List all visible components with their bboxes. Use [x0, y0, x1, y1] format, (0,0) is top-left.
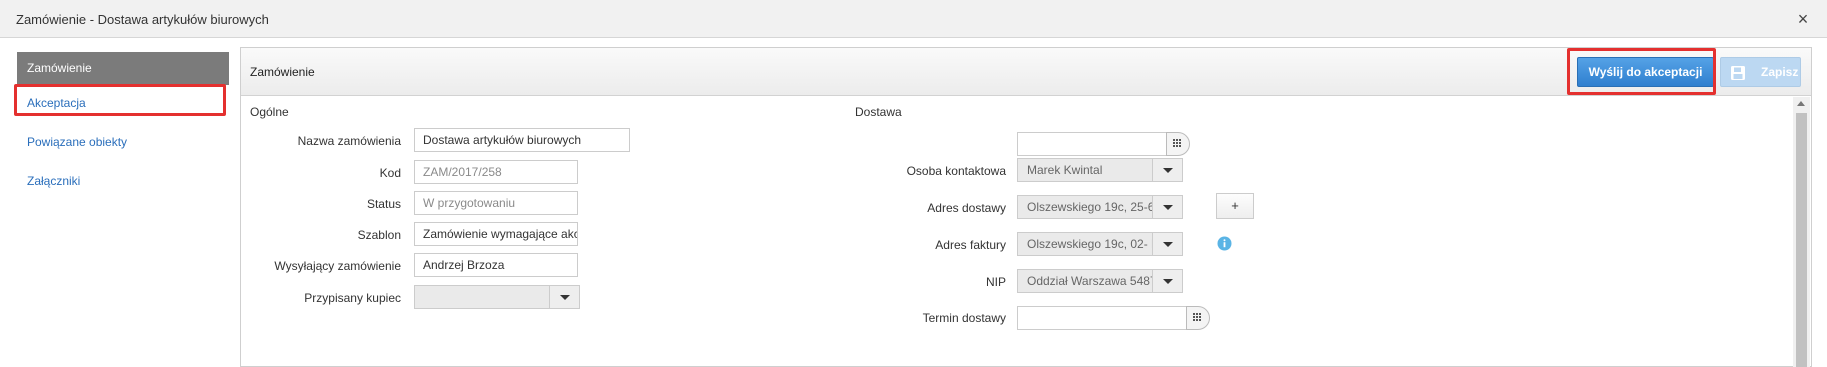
invoice-address-value: Olszewskiego 19c, 02- Kie: [1027, 237, 1153, 251]
contact-select-value: Marek Kwintal: [1027, 163, 1103, 177]
calendar-icon: [1173, 139, 1181, 147]
send-for-approval-button[interactable]: Wyślij do akceptacji: [1577, 57, 1714, 87]
save-button[interactable]: Zapisz: [1720, 57, 1801, 87]
add-address-button[interactable]: +: [1216, 193, 1254, 219]
code-field: ZAM/2017/258: [414, 160, 578, 184]
order-name-label: Nazwa zamówienia: [297, 134, 401, 148]
calendar-icon: [1193, 313, 1201, 321]
chevron-down-icon: [560, 295, 570, 300]
delivery-date-label: Termin dostawy: [922, 311, 1006, 325]
invoice-address-dropdown-button[interactable]: [1152, 233, 1182, 255]
buyer-select[interactable]: [414, 285, 580, 309]
top-date-input[interactable]: [1017, 132, 1167, 156]
delivery-address-value: Olszewskiego 19c, 25-663: [1027, 200, 1153, 214]
delivery-address-label: Adres dostawy: [927, 201, 1006, 215]
sidebar-item-powiazane-obiekty[interactable]: Powiązane obiekty: [17, 126, 229, 159]
order-panel: Zamówienie Wyślij do akceptacji Zapisz O…: [240, 47, 1812, 367]
save-button-label: Zapisz: [1761, 65, 1799, 79]
chevron-down-icon: [1163, 168, 1173, 173]
buyer-label: Przypisany kupiec: [304, 291, 401, 305]
template-field[interactable]: Zamówienie wymagające akcept: [414, 222, 578, 246]
section-dostawa: Dostawa: [855, 105, 902, 119]
close-icon[interactable]: ×: [1793, 9, 1813, 29]
scroll-thumb[interactable]: [1796, 113, 1807, 367]
panel-title: Zamówienie: [250, 65, 315, 79]
contact-label: Osoba kontaktowa: [906, 164, 1006, 178]
info-icon[interactable]: [1217, 236, 1232, 251]
sidebar-item-zalaczniki[interactable]: Załączniki: [17, 165, 229, 198]
vertical-scrollbar[interactable]: [1793, 97, 1810, 367]
sender-label: Wysyłający zamówienie: [274, 259, 401, 273]
chevron-down-icon: [1163, 205, 1173, 210]
window-title: Zamówienie - Dostawa artykułów biurowych: [16, 12, 269, 27]
section-ogolne: Ogólne: [250, 105, 289, 119]
contact-select[interactable]: Marek Kwintal: [1017, 158, 1183, 182]
contact-dropdown-button[interactable]: [1152, 159, 1182, 181]
panel-header: Zamówienie Wyślij do akceptacji Zapisz: [241, 48, 1811, 96]
invoice-address-select[interactable]: Olszewskiego 19c, 02- Kie: [1017, 232, 1183, 256]
order-window: Zamówienie - Dostawa artykułów biurowych…: [0, 0, 1827, 367]
delivery-address-select[interactable]: Olszewskiego 19c, 25-663: [1017, 195, 1183, 219]
buyer-dropdown-button[interactable]: [549, 286, 579, 308]
order-name-input[interactable]: Dostawa artykułów biurowych: [414, 128, 630, 152]
calendar-button-top[interactable]: [1166, 132, 1190, 156]
sidebar-item-akceptacja[interactable]: Akceptacja: [17, 87, 229, 120]
floppy-disk-icon: [1731, 66, 1745, 80]
window-titlebar: Zamówienie - Dostawa artykułów biurowych…: [0, 0, 1827, 38]
delivery-date-input[interactable]: [1017, 306, 1187, 330]
status-label: Status: [366, 197, 401, 211]
scroll-up-icon[interactable]: [1797, 101, 1805, 106]
chevron-down-icon: [1163, 279, 1173, 284]
nip-dropdown-button[interactable]: [1152, 270, 1182, 292]
delivery-address-dropdown-button[interactable]: [1152, 196, 1182, 218]
nip-select[interactable]: Oddział Warszawa 548798: [1017, 269, 1183, 293]
code-label: Kod: [379, 166, 401, 180]
sidebar-item-zamowienie[interactable]: Zamówienie: [17, 52, 229, 85]
chevron-down-icon: [1163, 242, 1173, 247]
nip-label: NIP: [985, 275, 1006, 289]
calendar-button-delivery[interactable]: [1186, 306, 1210, 330]
status-field: W przygotowaniu: [414, 191, 578, 215]
sender-field[interactable]: Andrzej Brzoza: [414, 253, 578, 277]
template-label: Szablon: [357, 228, 401, 242]
invoice-address-label: Adres faktury: [935, 238, 1006, 252]
nip-select-value: Oddział Warszawa 548798: [1027, 274, 1153, 288]
